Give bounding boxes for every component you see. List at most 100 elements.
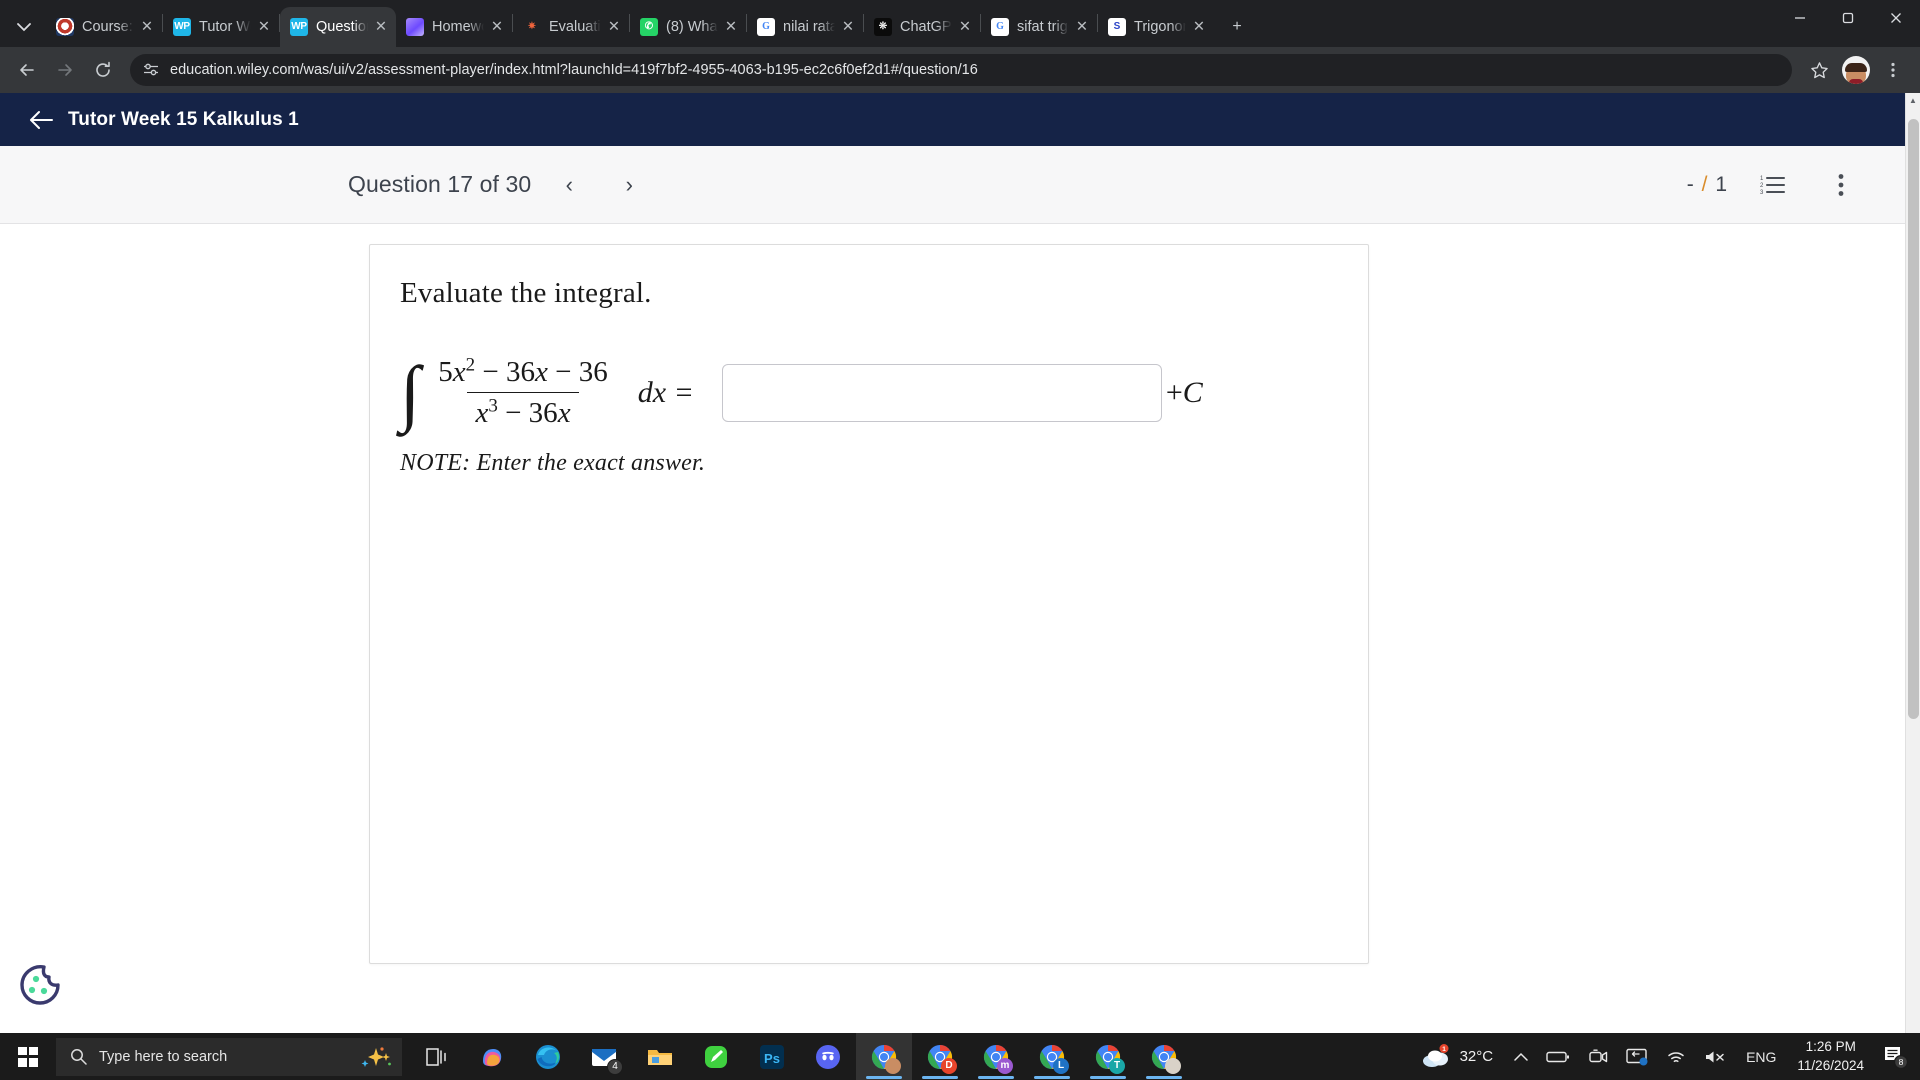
reload-icon[interactable] bbox=[87, 54, 119, 86]
chrome-profile-badge: m bbox=[997, 1057, 1013, 1074]
more-options-button[interactable] bbox=[1818, 162, 1864, 208]
tab-close-icon[interactable]: ✕ bbox=[722, 18, 740, 36]
fraction-denominator: x3 − 36x bbox=[467, 392, 579, 430]
chevron-down-icon bbox=[17, 23, 31, 32]
browser-tab-8[interactable]: G sifat trigon ✕ bbox=[981, 7, 1097, 47]
volume-button[interactable] bbox=[1695, 1033, 1737, 1080]
bookmark-star-icon[interactable] bbox=[1803, 54, 1835, 86]
vertical-dots-icon bbox=[1838, 173, 1844, 196]
taskbar-app-edge[interactable] bbox=[520, 1033, 576, 1080]
notification-badge-count: 8 bbox=[1899, 1057, 1904, 1067]
battery-button[interactable] bbox=[1537, 1033, 1579, 1080]
screen-cast-icon bbox=[1626, 1048, 1648, 1065]
tab-close-icon[interactable]: ✕ bbox=[1073, 18, 1091, 36]
constant-c: C bbox=[1182, 376, 1203, 409]
next-question-button[interactable]: › bbox=[607, 163, 651, 207]
network-button[interactable] bbox=[1657, 1033, 1695, 1080]
onenote-icon bbox=[705, 1045, 727, 1068]
browser-tab-5[interactable]: ✆ (8) WhatsA ✕ bbox=[630, 7, 746, 47]
new-tab-button[interactable]: + bbox=[1220, 10, 1254, 44]
score-earned: - bbox=[1686, 172, 1695, 196]
browser-tab-2-active[interactable]: WP Question 1 ✕ bbox=[280, 7, 396, 47]
tab-close-icon[interactable]: ✕ bbox=[1190, 18, 1208, 36]
site-settings-icon[interactable] bbox=[142, 61, 160, 79]
chrome-menu-icon[interactable] bbox=[1877, 54, 1909, 86]
taskbar-app-chrome-main[interactable] bbox=[856, 1033, 912, 1080]
cookie-consent-button[interactable] bbox=[14, 959, 66, 1011]
forward-navigation-icon[interactable] bbox=[49, 54, 81, 86]
address-bar[interactable]: education.wiley.com/was/ui/v2/assessment… bbox=[130, 54, 1792, 86]
tab-close-icon[interactable]: ✕ bbox=[255, 18, 273, 36]
taskbar-app-chrome-d[interactable]: D bbox=[912, 1033, 968, 1080]
minimize-icon[interactable] bbox=[1776, 0, 1824, 36]
url-text: education.wiley.com/was/ui/v2/assessment… bbox=[170, 62, 978, 78]
google-icon: G bbox=[757, 18, 775, 36]
tab-close-icon[interactable]: ✕ bbox=[372, 18, 390, 36]
screen-cast-button[interactable] bbox=[1617, 1033, 1657, 1080]
close-window-icon[interactable] bbox=[1872, 0, 1920, 36]
den-variable2: x bbox=[557, 397, 571, 429]
taskbar-app-mail[interactable]: 4 bbox=[576, 1033, 632, 1080]
language-indicator[interactable]: ENG bbox=[1737, 1033, 1785, 1080]
copilot-sparkle-icon bbox=[361, 1046, 391, 1067]
plus-sign: + bbox=[1165, 376, 1183, 409]
previous-question-button[interactable]: ‹ bbox=[547, 163, 591, 207]
window-controls bbox=[1776, 0, 1920, 47]
taskbar-app-onenote[interactable] bbox=[688, 1033, 744, 1080]
tab-search-button[interactable] bbox=[2, 8, 46, 46]
taskbar-app-chrome-l[interactable]: L bbox=[1024, 1033, 1080, 1080]
taskbar-app-chrome-extra[interactable] bbox=[1136, 1033, 1192, 1080]
taskbar-app-copilot[interactable] bbox=[464, 1033, 520, 1080]
tab-title: Tutor Wee bbox=[199, 19, 251, 35]
camera-icon bbox=[1589, 1049, 1608, 1062]
chrome-profile-badge: T bbox=[1109, 1057, 1125, 1074]
weather-widget[interactable]: 1 32°C bbox=[1411, 1043, 1506, 1070]
browser-tab-6[interactable]: G nilai rata ra ✕ bbox=[747, 7, 863, 47]
tab-close-icon[interactable]: ✕ bbox=[956, 18, 974, 36]
browser-tab-4[interactable]: ✷ Evaluating ✕ bbox=[513, 7, 629, 47]
taskbar-app-file-explorer[interactable] bbox=[632, 1033, 688, 1080]
browser-window: Course: KA ✕ WP Tutor Wee ✕ WP Question … bbox=[0, 0, 1920, 1033]
file-explorer-icon bbox=[648, 1049, 672, 1065]
start-button[interactable] bbox=[0, 1033, 56, 1080]
num-variable2: x bbox=[535, 356, 548, 388]
question-list-button[interactable]: 1 2 3 bbox=[1750, 162, 1796, 208]
tab-title: (8) WhatsA bbox=[666, 19, 718, 35]
chevron-up-icon bbox=[1514, 1052, 1528, 1061]
browser-toolbar: education.wiley.com/was/ui/v2/assessment… bbox=[0, 47, 1920, 93]
notification-center-button[interactable]: 8 bbox=[1876, 1033, 1916, 1080]
clock-widget[interactable]: 1:26 PM 11/26/2024 bbox=[1785, 1038, 1876, 1074]
taskbar-search[interactable]: Type here to search bbox=[56, 1037, 402, 1076]
taskbar-app-discord[interactable] bbox=[800, 1033, 856, 1080]
scrollbar-thumb[interactable] bbox=[1908, 119, 1919, 719]
cloud-icon: 1 bbox=[1421, 1043, 1451, 1070]
browser-tab-9[interactable]: S Trigonome ✕ bbox=[1098, 7, 1214, 47]
tab-close-icon[interactable]: ✕ bbox=[839, 18, 857, 36]
back-to-course-button[interactable] bbox=[24, 103, 58, 137]
browser-tab-3[interactable]: Homework ✕ bbox=[396, 7, 512, 47]
numbered-list-icon: 1 2 3 bbox=[1760, 176, 1785, 196]
tab-title: Question 1 bbox=[316, 19, 368, 35]
question-navigation-bar: Question 17 of 30 ‹ › - / 1 1 2 3 bbox=[0, 146, 1920, 224]
profile-avatar[interactable] bbox=[1842, 56, 1870, 84]
taskbar-app-chrome-m[interactable]: m bbox=[968, 1033, 1024, 1080]
task-view-button[interactable] bbox=[408, 1033, 464, 1080]
maximize-icon[interactable] bbox=[1824, 0, 1872, 36]
browser-tab-1[interactable]: WP Tutor Wee ✕ bbox=[163, 7, 279, 47]
back-navigation-icon[interactable] bbox=[11, 54, 43, 86]
taskbar-app-chrome-t[interactable]: T bbox=[1080, 1033, 1136, 1080]
tab-close-icon[interactable]: ✕ bbox=[138, 18, 156, 36]
tab-close-icon[interactable]: ✕ bbox=[605, 18, 623, 36]
tab-close-icon[interactable]: ✕ bbox=[488, 18, 506, 36]
browser-tab-0[interactable]: Course: KA ✕ bbox=[46, 7, 162, 47]
browser-tab-7[interactable]: ❊ ChatGPT ✕ bbox=[864, 7, 980, 47]
num-variable: x bbox=[452, 356, 466, 388]
scroll-up-arrow[interactable]: ▲ bbox=[1906, 93, 1920, 108]
question-prompt: Evaluate the integral. bbox=[400, 277, 652, 309]
show-hidden-icons-button[interactable] bbox=[1505, 1033, 1537, 1080]
chrome-icon: L bbox=[1038, 1043, 1069, 1074]
answer-input[interactable] bbox=[721, 364, 1162, 422]
taskbar-app-photoshop[interactable]: Ps bbox=[744, 1033, 800, 1080]
page-scrollbar[interactable]: ▲ bbox=[1905, 93, 1920, 1033]
camera-button[interactable] bbox=[1579, 1033, 1617, 1080]
